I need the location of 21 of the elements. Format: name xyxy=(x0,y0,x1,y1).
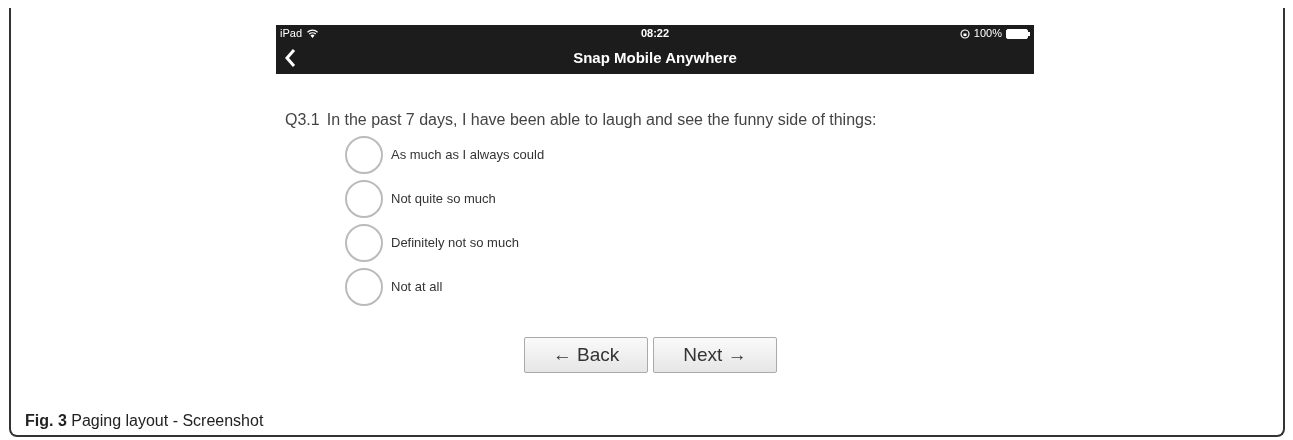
radio-button[interactable] xyxy=(345,136,383,174)
option-label: Definitely not so much xyxy=(391,234,519,253)
radio-button[interactable] xyxy=(345,180,383,218)
question-number: Q3.1 xyxy=(285,110,320,130)
back-button[interactable]: ← Back xyxy=(524,337,648,373)
radio-button[interactable] xyxy=(345,224,383,262)
next-button[interactable]: Next → xyxy=(653,337,777,373)
battery-icon xyxy=(1006,28,1030,39)
wifi-icon xyxy=(307,29,319,38)
device-label: iPad xyxy=(280,26,303,42)
figure-caption: Fig. 3 Paging layout - Screenshot xyxy=(25,411,264,431)
app-title: Snap Mobile Anywhere xyxy=(573,47,737,68)
battery-percentage: 100% xyxy=(973,26,1002,42)
back-chevron-icon[interactable] xyxy=(284,48,296,68)
radio-button[interactable] xyxy=(345,268,383,306)
option-label: As much as I always could xyxy=(391,146,545,165)
rotation-lock-icon xyxy=(959,28,970,39)
clock-time: 08:22 xyxy=(640,26,670,42)
option-label: Not quite so much xyxy=(391,190,496,209)
option-label: Not at all xyxy=(391,278,443,297)
question-text: In the past 7 days, I have been able to laugh and see the funny side of things: xyxy=(326,110,877,130)
